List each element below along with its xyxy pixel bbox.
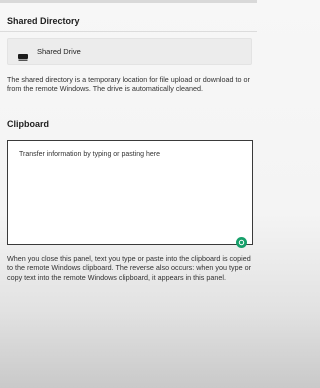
clipboard-heading: Clipboard xyxy=(7,119,49,129)
shared-directory-description: The shared directory is a temporary loca… xyxy=(7,75,250,94)
grammar-check-icon[interactable] xyxy=(236,237,247,248)
drive-icon xyxy=(18,48,28,61)
clipboard-textarea[interactable]: Transfer information by typing or pastin… xyxy=(7,140,253,245)
shared-drive-button[interactable]: Shared Drive xyxy=(7,38,252,65)
section-divider xyxy=(0,31,257,32)
clipboard-placeholder: Transfer information by typing or pastin… xyxy=(19,151,160,158)
shared-drive-label: Shared Drive xyxy=(37,47,81,56)
clipboard-description: When you close this panel, text you type… xyxy=(7,254,251,282)
top-border xyxy=(0,0,257,3)
shared-directory-heading: Shared Directory xyxy=(7,16,80,26)
